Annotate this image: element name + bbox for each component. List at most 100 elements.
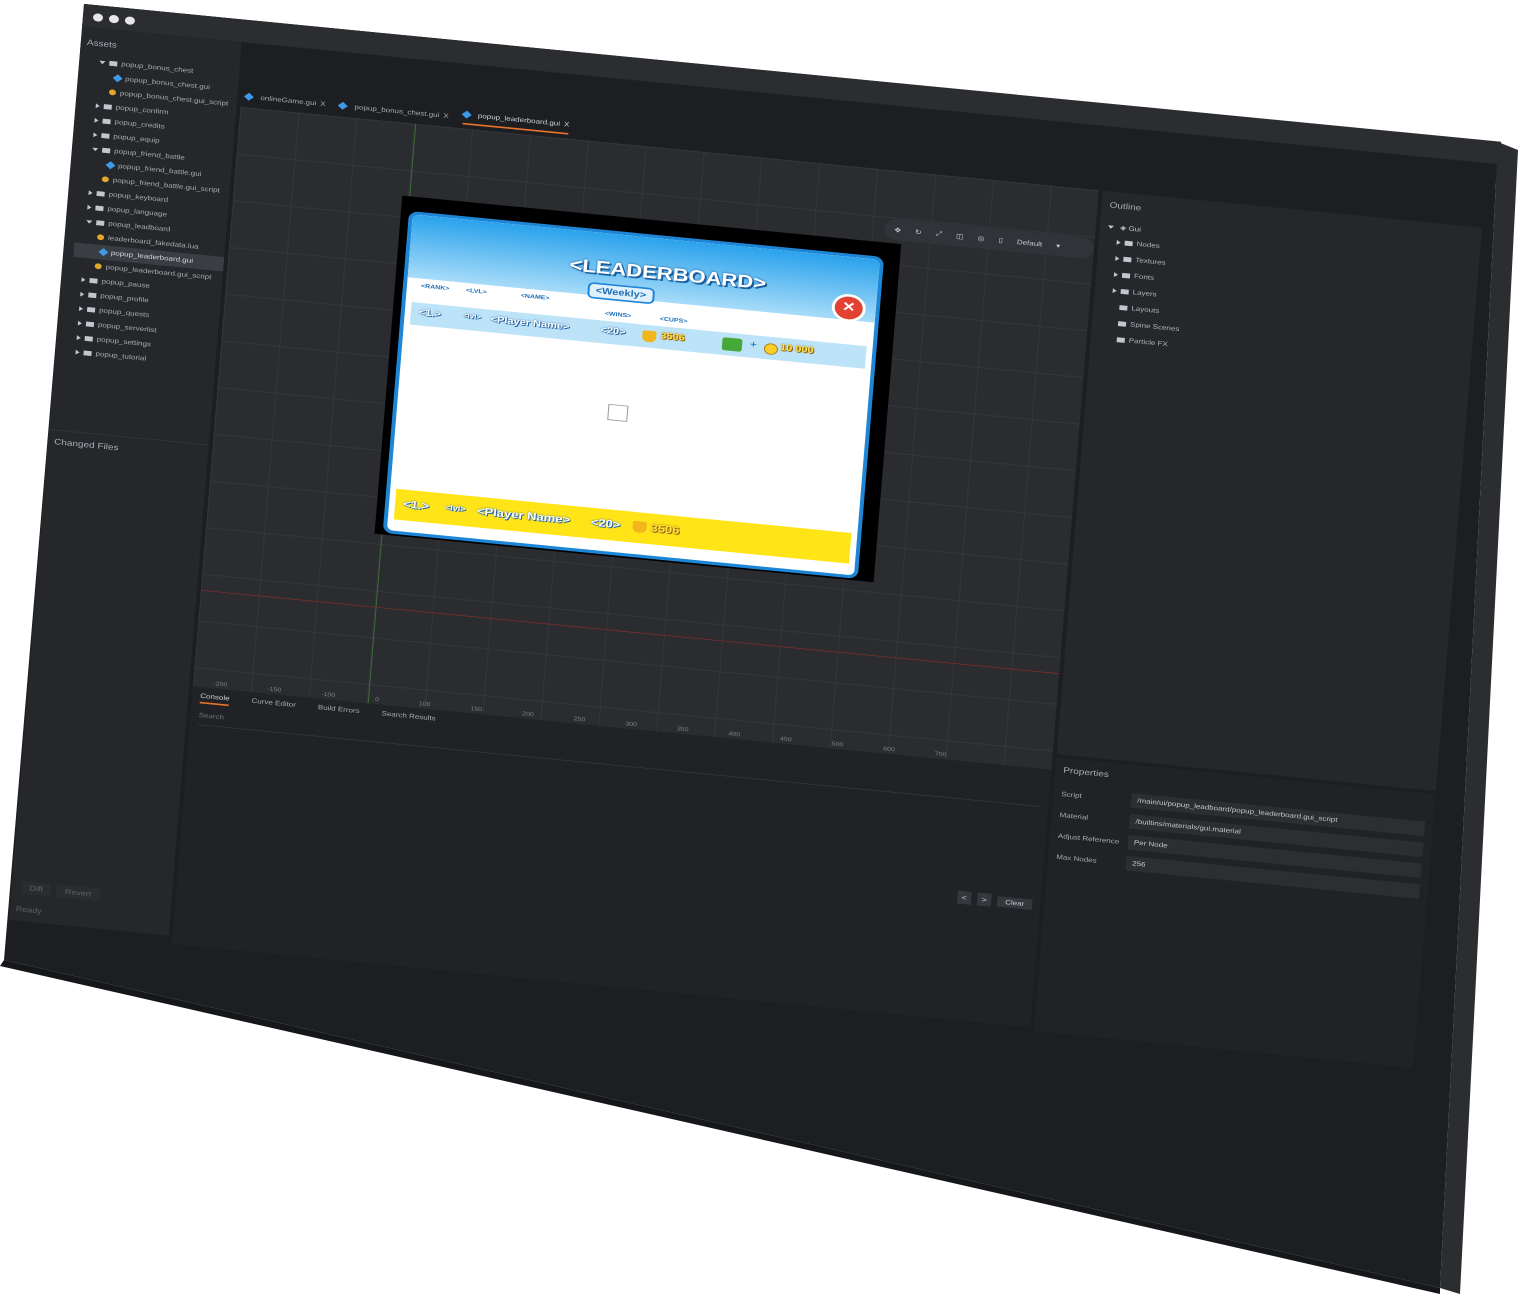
player-row: <1.> <lvl> <Player Name> <20> 3506: [393, 488, 852, 564]
visibility-icon[interactable]: ◫: [956, 232, 964, 240]
collapse-icon[interactable]: [94, 117, 99, 123]
tab-close-icon[interactable]: X: [320, 100, 326, 108]
collapse-icon[interactable]: [81, 277, 86, 283]
ruler-tick-label: 700: [934, 751, 947, 759]
expand-icon[interactable]: [99, 60, 106, 65]
player-rank: <1.>: [402, 497, 430, 513]
scale-tool-icon[interactable]: ⤢: [935, 230, 942, 239]
collapse-icon[interactable]: [87, 204, 92, 210]
outline-item-label: Nodes: [1136, 240, 1161, 250]
outline-root-label: Gui: [1128, 224, 1142, 234]
gui-file-icon: [98, 248, 109, 257]
folder-icon: [1119, 304, 1128, 311]
asset-label: popup_credits: [114, 118, 166, 131]
folder-icon: [85, 321, 95, 327]
collapse-icon[interactable]: [80, 291, 85, 297]
collapse-icon[interactable]: [93, 132, 98, 138]
expand-icon: [1107, 225, 1115, 229]
scene-viewport[interactable]: ✥ ↻ ⤢ ◫ ◎ ▯ Default ▾ <LEADERBOARD> <Wee…: [193, 106, 1099, 770]
move-tool-icon[interactable]: ✥: [894, 226, 901, 234]
collapse-icon[interactable]: [95, 103, 100, 109]
script-file-icon: [108, 89, 117, 96]
tab-close-icon[interactable]: X: [443, 112, 449, 120]
expand-icon[interactable]: [86, 219, 93, 224]
trophy-icon: [641, 330, 657, 343]
header-rank: <RANK>: [420, 283, 450, 292]
property-label: Script: [1061, 789, 1083, 800]
collapse-icon[interactable]: [78, 306, 84, 312]
folder-icon: [1120, 288, 1129, 295]
collapse-icon[interactable]: [1116, 239, 1121, 246]
row-rank: <1.>: [418, 307, 442, 320]
ruler-tick-label: 450: [779, 736, 792, 743]
ruler-tick-label: 300: [624, 721, 638, 728]
ruler-tick-label: -150: [267, 686, 282, 694]
placeholder-node: [607, 403, 629, 422]
leaderboard-popup: <LEADERBOARD> <Weekly> ✕ <RANK> <LVL> <N…: [382, 210, 885, 580]
tab-curve-editor[interactable]: Curve Editor: [251, 697, 296, 713]
outline-item-label: Fonts: [1133, 272, 1155, 282]
camera-icon[interactable]: ◎: [977, 234, 985, 242]
scene-toolbar: ✥ ↻ ⤢ ◫ ◎ ▯ Default ▾: [883, 218, 1095, 260]
ruler-tick-label: -100: [320, 691, 336, 699]
folder-icon: [84, 335, 93, 342]
collapse-icon[interactable]: [88, 190, 93, 196]
collapse-icon[interactable]: [1113, 272, 1119, 278]
outline-item-label: Particle FX: [1128, 336, 1169, 348]
folder-icon: [95, 205, 104, 212]
row-player-name: <Player Name>: [490, 314, 570, 332]
expand-icon[interactable]: [92, 147, 99, 152]
tab-search-results[interactable]: Search Results: [381, 710, 436, 727]
minimize-window-button[interactable]: [108, 14, 120, 24]
x-axis-line: [200, 589, 1060, 675]
collapse-icon[interactable]: [76, 335, 81, 341]
tab-console[interactable]: Console: [199, 692, 230, 707]
tab-close-icon[interactable]: X: [564, 120, 570, 128]
outline-item-label: Layouts: [1131, 304, 1160, 315]
collapse-icon[interactable]: [75, 349, 80, 355]
folder-icon: [1116, 337, 1125, 343]
chevron-down-icon[interactable]: ▾: [1056, 242, 1061, 250]
tab-build-errors[interactable]: Build Errors: [317, 703, 360, 718]
row-wins: <20>: [600, 325, 626, 338]
ruler-tick-label: 350: [676, 726, 689, 733]
revert-button[interactable]: Revert: [56, 884, 100, 902]
folder-icon: [101, 133, 110, 139]
asset-label: popup_settings: [96, 335, 152, 349]
gui-file-icon: [105, 161, 116, 170]
gui-file-icon: [338, 101, 349, 110]
folder-icon: [1123, 256, 1132, 263]
window-controls: [92, 13, 136, 26]
clear-button[interactable]: Clear: [996, 895, 1033, 910]
layout-select[interactable]: Default: [1017, 238, 1043, 248]
header-name: <NAME>: [520, 293, 550, 302]
folder-icon: [1121, 272, 1131, 279]
folder-icon: [103, 104, 112, 110]
layout-device-icon[interactable]: ▯: [998, 236, 1003, 244]
collapse-icon[interactable]: [77, 320, 83, 326]
rotate-tool-icon[interactable]: ↻: [915, 228, 922, 236]
maximize-window-button[interactable]: [124, 16, 136, 26]
collapse-icon[interactable]: [1112, 288, 1117, 294]
player-cups: 3506: [650, 521, 681, 537]
folder-icon: [1124, 240, 1133, 247]
prev-match-button[interactable]: <: [956, 890, 972, 905]
gui-file-icon: [461, 110, 472, 119]
diff-button[interactable]: Diff: [21, 880, 52, 897]
asset-label: popup_tutorial: [95, 350, 147, 363]
close-window-button[interactable]: [92, 13, 104, 23]
outline-panel: Outline ◈ Gui Nodes Textures Fonts Layers La…: [1056, 190, 1483, 792]
asset-label: popup_language: [107, 205, 168, 219]
asset-label: popup_pause: [101, 277, 151, 290]
folder-icon: [86, 306, 96, 313]
script-file-icon: [94, 263, 102, 270]
ruler-tick-label: -200: [213, 681, 228, 689]
changed-files-title: Changed Files: [53, 437, 119, 453]
folder-icon: [89, 277, 98, 284]
next-match-button[interactable]: >: [976, 892, 992, 907]
folder-icon: [88, 292, 97, 299]
asset-label: popup_confirm: [115, 103, 169, 117]
tab-label: popup_bonus_chest.gui: [354, 103, 440, 119]
coin-icon: [763, 342, 779, 356]
collapse-icon[interactable]: [1115, 255, 1120, 262]
